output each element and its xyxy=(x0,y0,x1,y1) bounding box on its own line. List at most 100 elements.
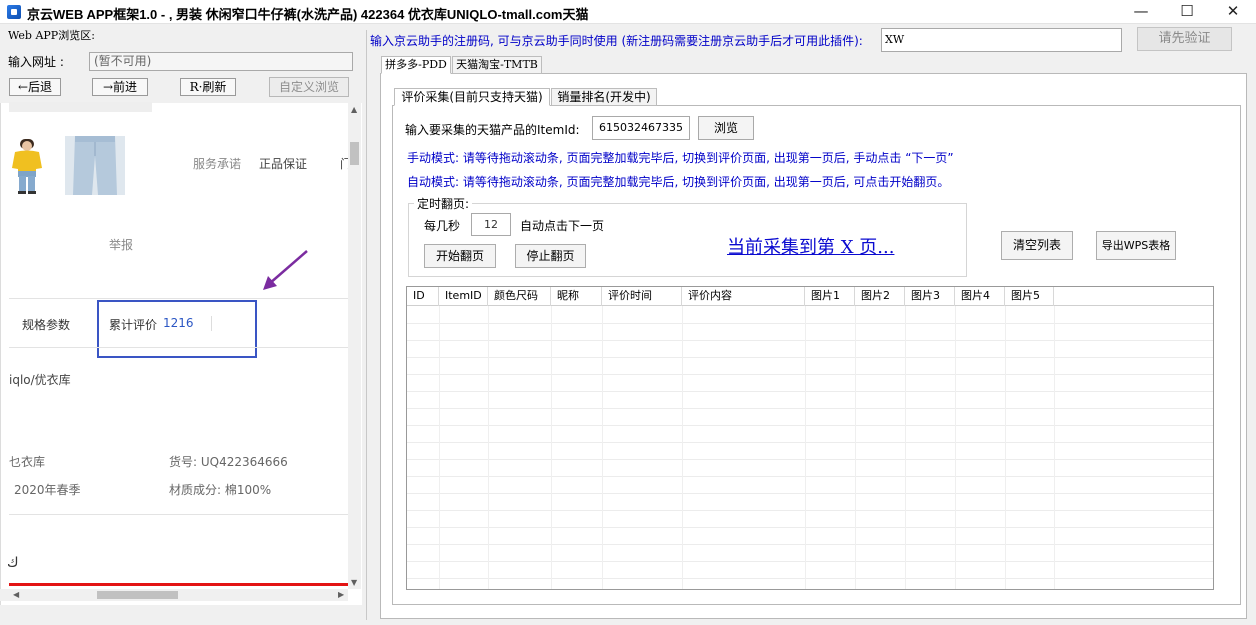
column-header-image4[interactable]: 图片4 xyxy=(955,287,1005,306)
custom-browse-button[interactable]: 自定义浏览 xyxy=(269,77,349,97)
stop-paging-button[interactable]: 停止翻页 xyxy=(515,244,586,268)
minimize-button[interactable]: — xyxy=(1118,0,1164,24)
grid-column-line xyxy=(855,306,856,589)
grid-row-line xyxy=(407,459,1213,460)
grid-column-line xyxy=(602,306,603,589)
vertical-scrollbar[interactable] xyxy=(348,103,361,589)
column-header-image1[interactable]: 图片1 xyxy=(805,287,855,306)
column-header-image2[interactable]: 图片2 xyxy=(855,287,905,306)
grid-row-line xyxy=(407,374,1213,375)
grid-column-line xyxy=(905,306,906,589)
placeholder-bar xyxy=(9,102,152,112)
grid-row-line xyxy=(407,391,1213,392)
grid-row-line xyxy=(407,340,1213,341)
tab-sales-rank[interactable]: 销量排名(开发中) xyxy=(551,88,657,106)
divider xyxy=(9,347,348,348)
timer-group-title: 定时翻页: xyxy=(414,195,473,212)
grid-row-line xyxy=(407,527,1213,528)
collection-status[interactable]: 当前采集到第 X 页... xyxy=(727,233,894,259)
divider xyxy=(9,514,348,515)
url-input[interactable]: (暂不可用) xyxy=(89,52,353,71)
app-icon xyxy=(7,5,21,19)
web-view-edge xyxy=(0,103,1,605)
horizontal-scroll-thumb[interactable] xyxy=(97,591,178,599)
browse-button[interactable]: 浏览 xyxy=(698,116,754,140)
grid-column-line xyxy=(805,306,806,589)
maximize-button[interactable]: ☐ xyxy=(1164,0,1210,24)
season-text: 2020年春季 xyxy=(14,483,81,497)
store-text: 乜衣库 xyxy=(9,455,46,469)
highlight-box xyxy=(97,300,257,358)
grid-row-line xyxy=(407,493,1213,494)
auto-mode-text: 自动模式: 请等待拖动滚动条, 页面完整加载完毕后, 切换到评价页面, 出现第一… xyxy=(407,175,950,189)
bottom-glyph: ك xyxy=(7,555,19,571)
genuine-guarantee-text[interactable]: 正品保证 xyxy=(259,155,307,172)
material-text: 材质成分: 棉100% xyxy=(169,483,272,497)
scroll-up-icon[interactable]: ▲ xyxy=(351,105,357,114)
annotation-arrow-icon xyxy=(263,250,308,290)
refresh-button[interactable]: R·刷新 xyxy=(180,78,236,96)
auto-next-label: 自动点击下一页 xyxy=(520,219,605,233)
scroll-right-icon[interactable]: ▶ xyxy=(338,590,344,599)
red-separator xyxy=(9,583,348,586)
forward-button[interactable]: →前进 xyxy=(92,78,148,96)
clear-list-button[interactable]: 清空列表 xyxy=(1001,231,1073,260)
grid-row-line xyxy=(407,578,1213,579)
window-title: 京云WEB APP框架1.0 - , 男装 休闲窄口牛仔裤(水洗产品) 4223… xyxy=(27,7,589,22)
close-button[interactable]: ✕ xyxy=(1210,0,1256,24)
table-header: ID ItemID 颜色尺码 昵称 评价时间 评价内容 图片1 图片2 图片3 … xyxy=(407,287,1213,306)
column-header-image5[interactable]: 图片5 xyxy=(1005,287,1054,306)
tab-specs[interactable]: 规格参数 xyxy=(22,316,70,333)
grid-row-line xyxy=(407,442,1213,443)
tab-pdd[interactable]: 拼多多-PDD xyxy=(381,56,451,74)
registration-code-input[interactable]: XW xyxy=(881,28,1122,52)
review-table[interactable]: ID ItemID 颜色尺码 昵称 评价时间 评价内容 图片1 图片2 图片3 … xyxy=(406,286,1214,590)
panel-divider xyxy=(366,30,367,620)
grid-row-line xyxy=(407,425,1213,426)
vertical-scroll-thumb[interactable] xyxy=(350,142,359,165)
divider xyxy=(9,298,348,299)
product-thumbnail-jeans[interactable] xyxy=(65,136,125,195)
registration-label: 输入京云助手的注册码, 可与京云助手同时使用 (新注册码需要注册京云助手后才可用… xyxy=(370,34,863,48)
column-header-review-content[interactable]: 评价内容 xyxy=(682,287,805,306)
browser-section-label: Web APP浏览区: xyxy=(8,29,95,42)
start-paging-button[interactable]: 开始翻页 xyxy=(424,244,496,268)
grid-row-line xyxy=(407,561,1213,562)
service-promise-text[interactable]: 服务承诺 xyxy=(193,155,241,172)
grid-column-line xyxy=(1054,306,1055,589)
grid-row-line xyxy=(407,357,1213,358)
item-number-text: 货号: UQ422364666 xyxy=(169,455,288,469)
scroll-down-icon[interactable]: ▼ xyxy=(351,578,357,587)
grid-row-line xyxy=(407,544,1213,545)
column-header-color-size[interactable]: 颜色尺码 xyxy=(488,287,551,306)
tab-review-collect[interactable]: 评价采集(目前只支持天猫) xyxy=(394,88,550,106)
product-thumbnail-model[interactable] xyxy=(9,136,49,195)
brand-text: iqlo/优衣库 xyxy=(9,373,71,387)
seconds-input[interactable]: 12 xyxy=(471,213,511,236)
grid-row-line xyxy=(407,510,1213,511)
column-header-id[interactable]: ID xyxy=(407,287,439,306)
itemid-input[interactable]: 615032467335 xyxy=(592,116,690,140)
every-seconds-label: 每几秒 xyxy=(424,219,461,233)
grid-column-line xyxy=(439,306,440,589)
report-link[interactable]: 举报 xyxy=(109,236,133,253)
export-wps-button[interactable]: 导出WPS表格 xyxy=(1096,231,1176,260)
grid-column-line xyxy=(551,306,552,589)
grid-column-line xyxy=(682,306,683,589)
grid-column-line xyxy=(955,306,956,589)
url-label: 输入网址 : xyxy=(8,55,64,69)
scroll-left-icon[interactable]: ◀ xyxy=(13,590,19,599)
back-button[interactable]: ←后退 xyxy=(9,78,61,96)
column-header-nickname[interactable]: 昵称 xyxy=(551,287,602,306)
grid-column-line xyxy=(488,306,489,589)
grid-column-line xyxy=(1005,306,1006,589)
itemid-label: 输入要采集的天猫产品的ItemId: xyxy=(405,123,580,137)
verify-button[interactable]: 请先验证 xyxy=(1137,27,1232,51)
tab-tmtb[interactable]: 天猫淘宝-TMTB xyxy=(452,56,542,74)
grid-row-line xyxy=(407,323,1213,324)
column-header-review-time[interactable]: 评价时间 xyxy=(602,287,682,306)
column-header-itemid[interactable]: ItemID xyxy=(439,287,488,306)
grid-row-line xyxy=(407,476,1213,477)
column-header-image3[interactable]: 图片3 xyxy=(905,287,955,306)
manual-mode-text: 手动模式: 请等待拖动滚动条, 页面完整加载完毕后, 切换到评价页面, 出现第一… xyxy=(407,151,954,165)
